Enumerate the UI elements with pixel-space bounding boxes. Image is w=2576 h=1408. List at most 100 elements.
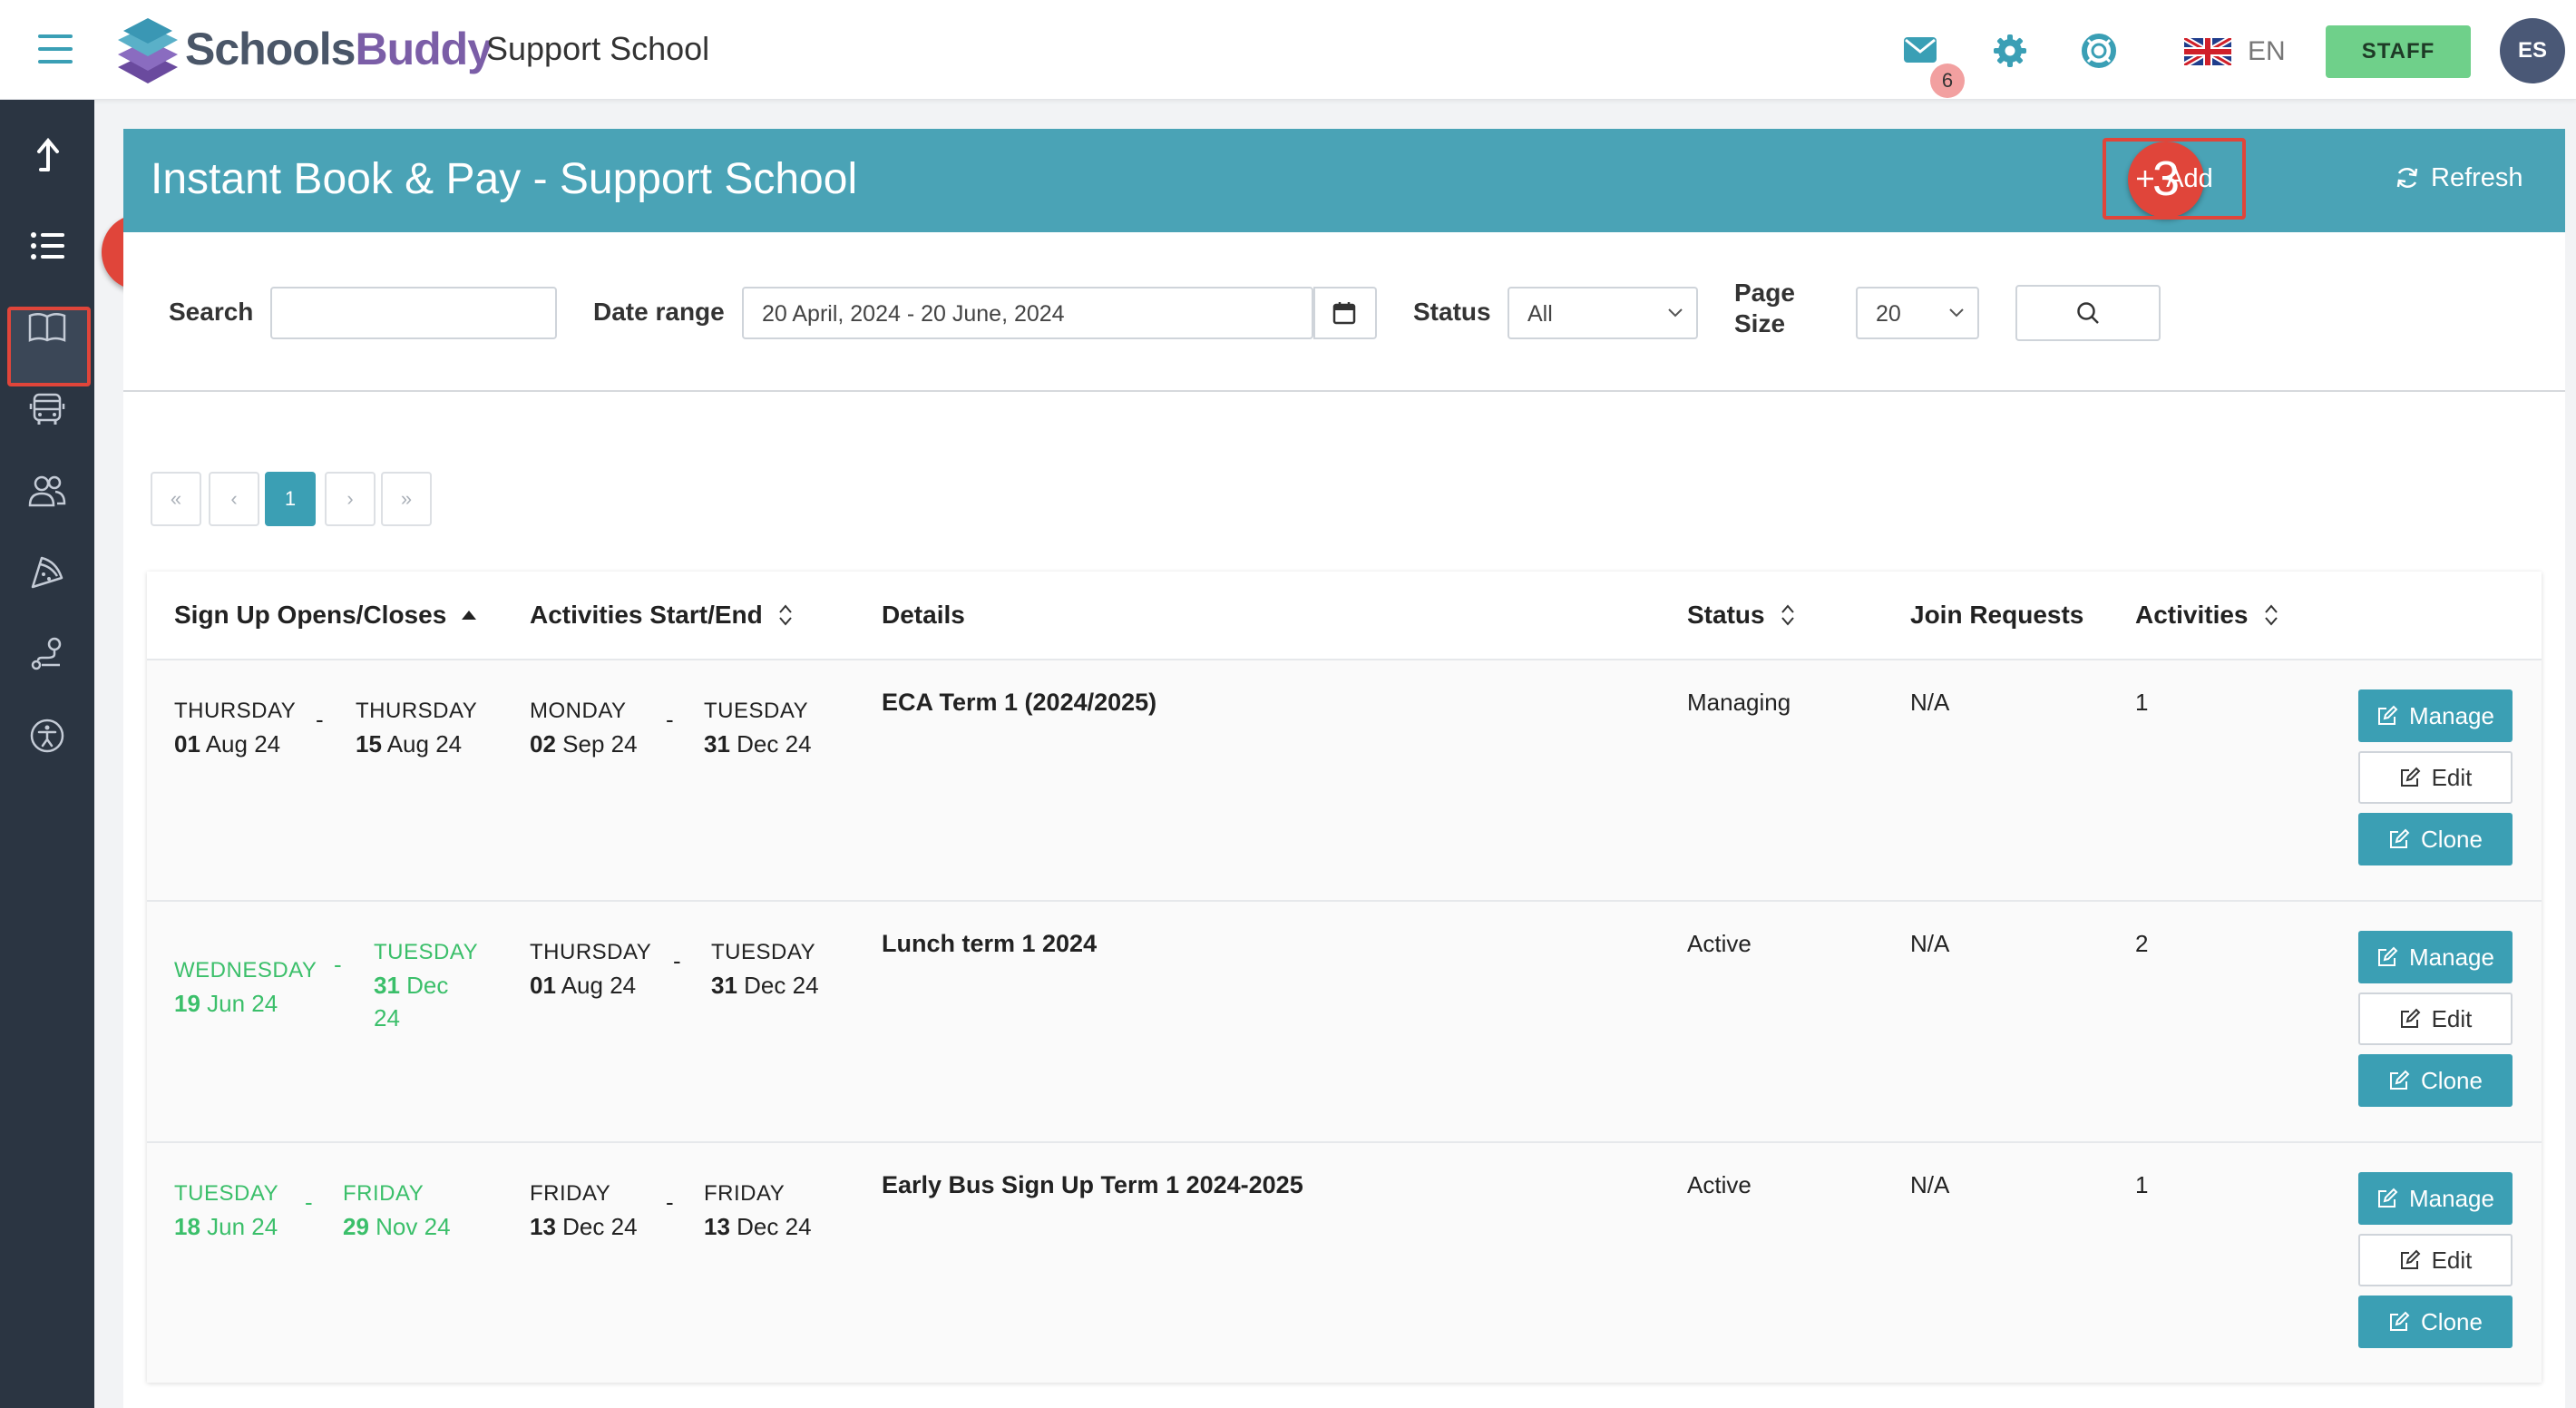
manage-button[interactable]: Manage: [2358, 689, 2513, 742]
edit-button[interactable]: Edit: [2358, 1234, 2513, 1286]
menu-icon[interactable]: [38, 34, 73, 64]
arrow-up-icon[interactable]: [24, 132, 70, 178]
page-size-label: Page Size: [1734, 279, 1795, 337]
column-header-details: Details: [882, 601, 965, 629]
chevron-down-icon: [1949, 308, 1964, 318]
search-input[interactable]: [270, 287, 557, 339]
pagination-prev[interactable]: ‹: [209, 472, 259, 526]
mail-count-badge: 6: [1930, 64, 1965, 98]
row-activities-count: 1: [2135, 689, 2149, 716]
bus-icon[interactable]: [24, 386, 70, 432]
status-select[interactable]: All: [1508, 287, 1698, 339]
edit-icon: [2390, 828, 2410, 848]
date-range-label: Date range: [593, 298, 725, 326]
clone-button[interactable]: Clone: [2358, 1296, 2513, 1348]
calendar-button[interactable]: [1313, 287, 1377, 339]
uk-flag-icon[interactable]: [2182, 34, 2233, 69]
edit-icon: [2378, 1188, 2398, 1208]
date-separator: -: [673, 947, 681, 974]
language-label[interactable]: EN: [2248, 34, 2286, 69]
row-details: Early Bus Sign Up Term 1 2024-2025: [882, 1171, 1303, 1198]
signup-opens: THURSDAY 01 Aug 24: [174, 699, 297, 758]
column-header-activities[interactable]: Activities: [2135, 599, 2279, 631]
calendar-icon: [1332, 302, 1356, 325]
column-header-activities-dates[interactable]: Activities Start/End: [530, 599, 794, 631]
pagination-first[interactable]: «: [151, 472, 201, 526]
activities-end: TUESDAY 31 Dec 24: [711, 940, 819, 999]
signup-opens: TUESDAY 18 Jun 24: [174, 1181, 279, 1240]
activities-end: TUESDAY 31 Dec 24: [704, 699, 812, 758]
refresh-button[interactable]: Refresh: [2395, 160, 2523, 196]
chevron-down-icon: [1668, 308, 1683, 318]
add-button-label: Add: [2166, 163, 2213, 193]
pizza-icon[interactable]: [24, 550, 70, 595]
signup-closes: TUESDAY 31 Dec 24: [374, 940, 479, 1032]
users-icon[interactable]: [24, 468, 70, 513]
column-header-signup[interactable]: Sign Up Opens/Closes: [174, 599, 477, 631]
list-icon[interactable]: [24, 223, 70, 269]
edit-button[interactable]: Edit: [2358, 751, 2513, 804]
date-separator: -: [666, 1188, 674, 1216]
edit-icon: [2400, 767, 2421, 787]
column-header-status[interactable]: Status: [1687, 599, 1796, 631]
signup-table: Sign Up Opens/Closes Activities Start/En…: [147, 572, 2542, 1383]
schoolsbuddy-logo-icon: [116, 16, 180, 85]
row-activities-count: 2: [2135, 930, 2149, 957]
edit-icon: [2400, 1249, 2421, 1269]
status-label: Status: [1413, 298, 1491, 326]
clone-button[interactable]: Clone: [2358, 813, 2513, 865]
manage-button[interactable]: Manage: [2358, 1172, 2513, 1225]
row-join-requests: N/A: [1910, 689, 1950, 716]
book-icon[interactable]: [24, 305, 70, 350]
sort-icon: [778, 604, 792, 626]
pagination-page-1[interactable]: 1: [265, 472, 316, 526]
table-row: TUESDAY 18 Jun 24 - FRIDAY 29 Nov 24 FRI…: [147, 1141, 2542, 1383]
edit-icon: [2400, 1008, 2421, 1028]
activities-start: THURSDAY 01 Aug 24: [530, 940, 652, 999]
row-join-requests: N/A: [1910, 1171, 1950, 1198]
refresh-button-label: Refresh: [2431, 163, 2523, 192]
search-button[interactable]: [2015, 285, 2161, 341]
date-separator: -: [334, 951, 342, 978]
add-button[interactable]: Add: [2103, 138, 2246, 220]
activities-start: MONDAY 02 Sep 24: [530, 699, 638, 758]
edit-icon: [2378, 946, 2398, 966]
manage-button[interactable]: Manage: [2358, 931, 2513, 983]
signup-opens: WEDNESDAY 19 Jun 24: [174, 958, 317, 1017]
school-name: Support School: [486, 30, 710, 67]
date-separator: -: [305, 1188, 313, 1216]
date-range-input[interactable]: 20 April, 2024 - 20 June, 2024: [742, 287, 1315, 339]
row-status: Managing: [1687, 689, 1791, 716]
avatar[interactable]: ES: [2500, 18, 2565, 83]
mail-icon[interactable]: [1903, 36, 1937, 68]
search-icon: [2077, 302, 2099, 324]
edit-button[interactable]: Edit: [2358, 992, 2513, 1045]
row-status: Active: [1687, 1171, 1751, 1198]
pagination-last[interactable]: »: [381, 472, 432, 526]
edit-icon: [2390, 1311, 2410, 1331]
column-header-join-requests: Join Requests: [1910, 601, 2084, 629]
plus-icon: [2137, 171, 2154, 187]
refresh-icon: [2396, 167, 2418, 189]
edit-icon: [2378, 705, 2398, 725]
signup-closes: FRIDAY 29 Nov 24: [343, 1181, 451, 1240]
clone-button[interactable]: Clone: [2358, 1054, 2513, 1107]
signup-closes: THURSDAY 15 Aug 24: [356, 699, 478, 758]
gear-icon[interactable]: [1992, 33, 2028, 73]
sidebar: [0, 100, 94, 1408]
page-size-select[interactable]: 20: [1856, 287, 1979, 339]
pagination-next[interactable]: ›: [325, 472, 376, 526]
table-row: WEDNESDAY 19 Jun 24 - TUESDAY 31 Dec 24 …: [147, 900, 2542, 1141]
filter-divider: [123, 390, 2565, 392]
route-icon[interactable]: [24, 631, 70, 677]
staff-role-button[interactable]: STAFF: [2326, 25, 2471, 78]
date-separator: -: [666, 706, 674, 733]
sort-asc-icon: [462, 611, 477, 620]
sort-icon: [1781, 604, 1794, 626]
accessibility-icon[interactable]: [24, 713, 70, 758]
help-lifebuoy-icon[interactable]: [2081, 33, 2117, 73]
activities-start: FRIDAY 13 Dec 24: [530, 1181, 638, 1240]
search-label: Search: [169, 298, 254, 326]
top-bar: SchoolsBuddy Support School 6 EN STAFF E…: [0, 0, 2576, 100]
brand-name: SchoolsBuddy: [185, 24, 493, 74]
